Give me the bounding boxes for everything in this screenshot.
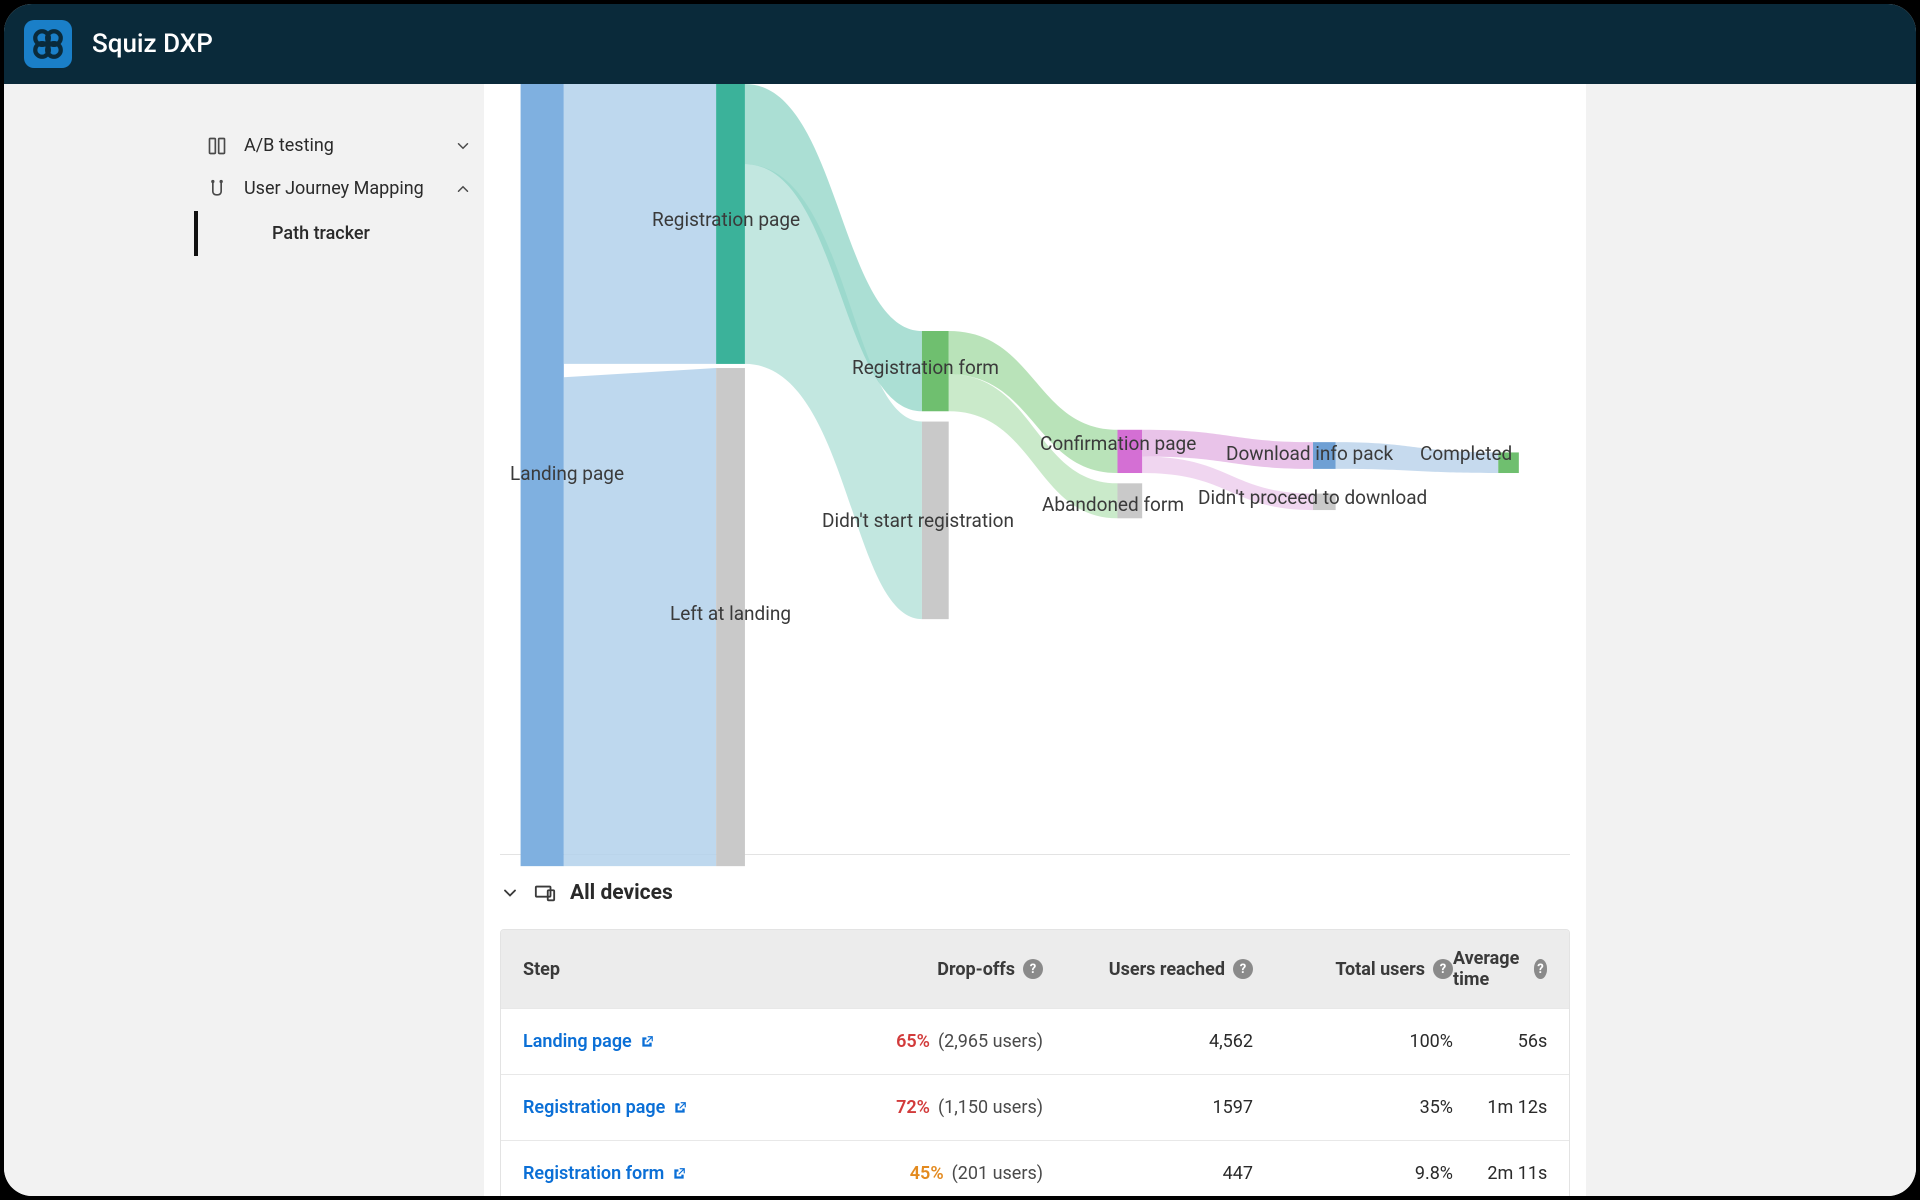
- table-header: Step Drop-offs? Users reached? Total use…: [501, 930, 1569, 1008]
- dropoff-pct: 45%: [910, 1163, 944, 1184]
- table-row: Landing page 65% (2,965 users)4,562100%56…: [501, 1008, 1569, 1074]
- chevron-up-icon: [454, 180, 472, 198]
- help-icon[interactable]: ?: [1023, 959, 1043, 979]
- reached-cell: 447: [1043, 1163, 1253, 1184]
- total-cell: 9.8%: [1253, 1163, 1453, 1184]
- avg-cell: 2m 11s: [1453, 1163, 1547, 1184]
- external-link-icon: [672, 1167, 686, 1181]
- dropoff-pct: 72%: [896, 1097, 930, 1118]
- devices-label: All devices: [570, 881, 673, 905]
- reached-cell: 4,562: [1043, 1031, 1253, 1052]
- th-dropoffs: Drop-offs?: [823, 959, 1043, 980]
- external-link-icon: [640, 1035, 654, 1049]
- sankey-label-no-download: Didn't proceed to download: [1198, 486, 1427, 509]
- main-content: Landing page Registration page Left at l…: [484, 84, 1586, 1196]
- sankey-label-completed: Completed: [1420, 442, 1512, 465]
- journey-icon: [206, 178, 228, 200]
- th-step: Step: [523, 959, 823, 980]
- sidebar-item-ab-testing[interactable]: A/B testing: [194, 124, 484, 167]
- devices-icon: [534, 882, 556, 904]
- ab-testing-icon: [206, 135, 228, 157]
- dropoff-users: (1,150 users): [938, 1097, 1043, 1118]
- table-row: Registration form 45% (201 users)4479.8%2…: [501, 1140, 1569, 1196]
- th-reached: Users reached?: [1043, 959, 1253, 980]
- sidebar-item-label: User Journey Mapping: [244, 177, 438, 200]
- squiz-logo-icon: [31, 27, 65, 61]
- chevron-down-icon: [454, 137, 472, 155]
- th-avg: Average time?: [1453, 948, 1547, 990]
- sankey-label-reg-page: Registration page: [652, 208, 800, 231]
- step-link[interactable]: Registration page: [523, 1097, 687, 1118]
- avg-cell: 1m 12s: [1453, 1097, 1547, 1118]
- step-link[interactable]: Landing page: [523, 1031, 654, 1052]
- table-row: Registration page 72% (1,150 users)159735…: [501, 1074, 1569, 1140]
- sidebar-item-user-journey[interactable]: User Journey Mapping: [194, 167, 484, 210]
- sidebar: A/B testing User Journey Mapping: [4, 84, 484, 1196]
- help-icon[interactable]: ?: [1433, 959, 1453, 979]
- help-icon[interactable]: ?: [1233, 959, 1253, 979]
- sankey-label-download: Download info pack: [1226, 442, 1393, 465]
- sidebar-subitem-path-tracker[interactable]: Path tracker: [198, 211, 484, 256]
- app-logo: [24, 20, 72, 68]
- app-title: Squiz DXP: [92, 29, 213, 59]
- sankey-label-reg-form: Registration form: [852, 356, 999, 379]
- sidebar-subnav: Path tracker: [194, 211, 484, 256]
- reached-cell: 1597: [1043, 1097, 1253, 1118]
- dropoff-users: (201 users): [952, 1163, 1043, 1184]
- help-icon[interactable]: ?: [1534, 959, 1548, 979]
- sidebar-item-label: A/B testing: [244, 134, 438, 157]
- total-cell: 100%: [1253, 1031, 1453, 1052]
- sankey-svg: [500, 84, 1570, 876]
- sankey-label-confirm: Confirmation page: [1040, 432, 1196, 455]
- th-total: Total users?: [1253, 959, 1453, 980]
- total-cell: 35%: [1253, 1097, 1453, 1118]
- step-link[interactable]: Registration form: [523, 1163, 686, 1184]
- sankey-label-left-landing: Left at landing: [670, 602, 791, 625]
- avg-cell: 56s: [1453, 1031, 1547, 1052]
- dropoff-users: (2,965 users): [938, 1031, 1043, 1052]
- dropoff-pct: 65%: [896, 1031, 930, 1052]
- sankey-label-didnt-start: Didn't start registration: [822, 509, 1014, 532]
- chevron-down-icon: [500, 883, 520, 903]
- external-link-icon: [673, 1101, 687, 1115]
- table-body: Landing page 65% (2,965 users)4,562100%56…: [501, 1008, 1569, 1196]
- funnel-table: Step Drop-offs? Users reached? Total use…: [500, 929, 1570, 1196]
- sankey-chart: Landing page Registration page Left at l…: [500, 84, 1570, 854]
- sankey-label-abandoned: Abandoned form: [1042, 493, 1184, 516]
- app-header: Squiz DXP: [4, 4, 1916, 84]
- sankey-label-landing: Landing page: [510, 462, 624, 485]
